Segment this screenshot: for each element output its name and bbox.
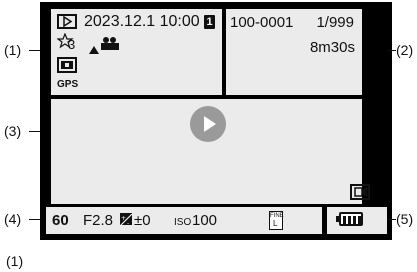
callout-4: (4) xyxy=(4,211,22,227)
callout-1-line xyxy=(29,50,40,51)
exposure-value: ±0 xyxy=(134,212,151,229)
aperture-value: F2.8 xyxy=(83,212,114,229)
battery-bar-4 xyxy=(358,216,361,224)
play-button[interactable] xyxy=(190,106,226,142)
svg-text:-: - xyxy=(127,220,129,226)
footer-label: (1) xyxy=(6,253,24,269)
clip-count-badge: 1 xyxy=(204,15,215,29)
callout-5: (5) xyxy=(396,211,414,227)
iso-label: ISO xyxy=(174,217,192,228)
exposure-compensation-icon: + - xyxy=(119,213,133,227)
folder-file-number: 100-0001 xyxy=(230,14,294,31)
play-icon xyxy=(204,116,216,132)
protect-icon xyxy=(57,57,77,73)
callout-4-line xyxy=(29,219,40,220)
rating-value: 3 xyxy=(68,37,76,52)
people-icon xyxy=(100,36,120,50)
battery-bar-1 xyxy=(343,216,346,224)
battery-icon xyxy=(339,212,363,226)
quality-icon: FINE L xyxy=(269,211,284,230)
svg-text:+: + xyxy=(121,215,126,222)
playback-icon xyxy=(57,14,77,29)
callout-2: (2) xyxy=(396,42,414,58)
callout-5-line xyxy=(388,219,396,220)
frame-rate: 60 xyxy=(52,212,69,229)
battery-bar-3 xyxy=(353,216,356,224)
recording-duration: 8m30s xyxy=(309,39,355,56)
callout-3-line xyxy=(29,131,40,132)
callout-3: (3) xyxy=(4,123,22,139)
gps-label: GPS xyxy=(57,79,79,90)
battery-bar-2 xyxy=(348,216,351,224)
callout-1: (1) xyxy=(4,42,22,58)
triangle-icon xyxy=(89,41,99,54)
quality-size-text: L xyxy=(273,219,278,228)
image-counter: 1/999 xyxy=(316,14,354,31)
date-time: 2023.12.1 10:00 xyxy=(84,13,200,30)
iso-value: 100 xyxy=(192,212,218,229)
callout-2-line xyxy=(388,50,396,51)
cropped-view-icon xyxy=(350,184,370,200)
